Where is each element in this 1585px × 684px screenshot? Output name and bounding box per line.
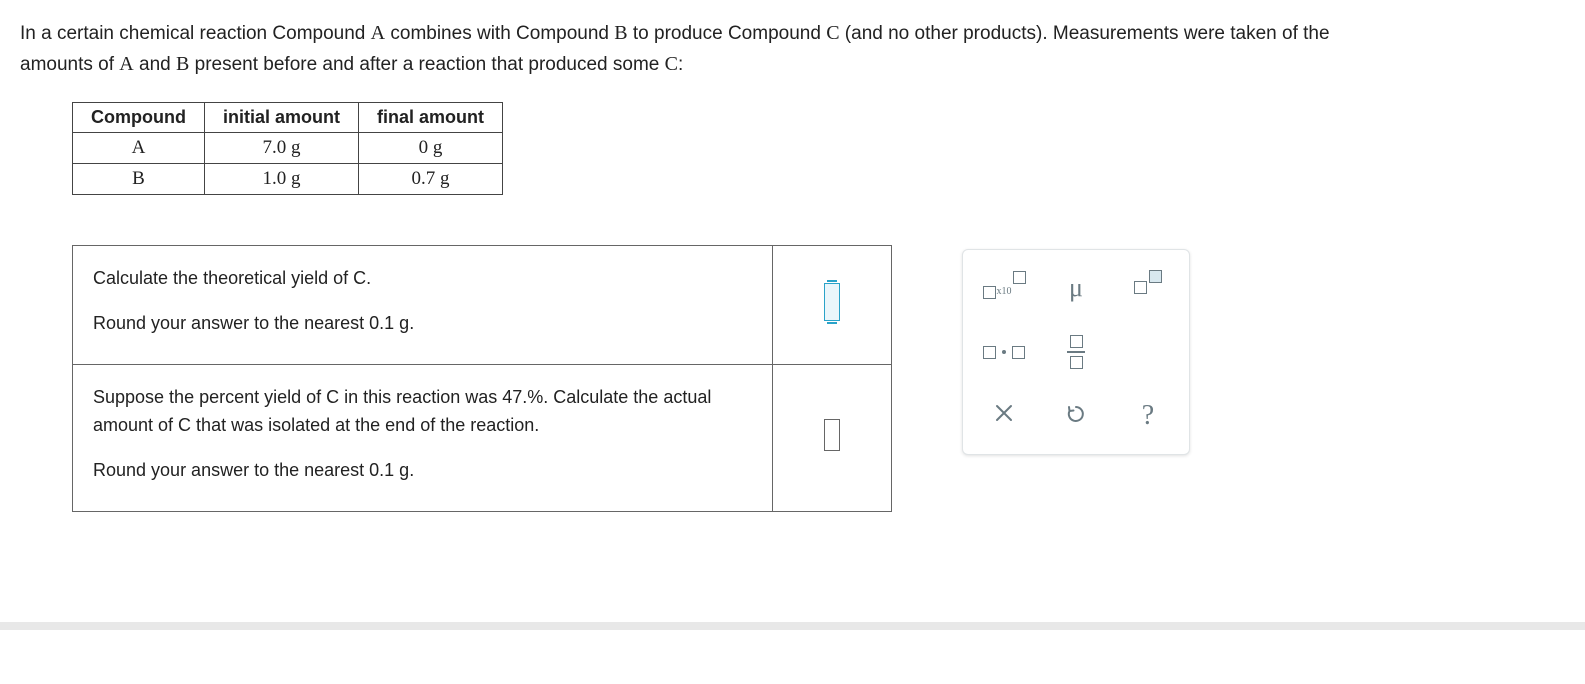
answer-input-1[interactable] — [824, 283, 840, 321]
fraction-button[interactable] — [1049, 328, 1103, 376]
answer-input-2[interactable] — [824, 419, 840, 451]
reset-button[interactable] — [1049, 392, 1103, 440]
col-final: final amount — [358, 103, 502, 133]
scientific-notation-button[interactable]: x10 — [977, 264, 1031, 312]
table-row: B 1.0 g 0.7 g — [73, 164, 503, 195]
question-table: Calculate the theoretical yield of C. Ro… — [72, 245, 892, 512]
question-2-prompt: Suppose the percent yield of C in this r… — [73, 364, 773, 511]
amounts-table: Compound initial amount final amount A 7… — [72, 102, 503, 195]
help-icon: ? — [1142, 400, 1154, 432]
problem-intro: In a certain chemical reaction Compound … — [20, 18, 1565, 80]
undo-icon — [1064, 402, 1088, 431]
footer-divider — [0, 622, 1585, 630]
question-1-prompt: Calculate the theoretical yield of C. Ro… — [73, 246, 773, 365]
mu-button[interactable]: μ — [1049, 264, 1103, 312]
col-initial: initial amount — [204, 103, 358, 133]
col-compound: Compound — [73, 103, 205, 133]
close-icon — [994, 403, 1014, 429]
superscript-button[interactable] — [1121, 264, 1175, 312]
multiply-button[interactable] — [977, 328, 1031, 376]
help-button[interactable]: ? — [1121, 392, 1175, 440]
clear-button[interactable] — [977, 392, 1031, 440]
table-row: A 7.0 g 0 g — [73, 133, 503, 164]
symbol-toolbox: x10 μ — [962, 249, 1190, 455]
